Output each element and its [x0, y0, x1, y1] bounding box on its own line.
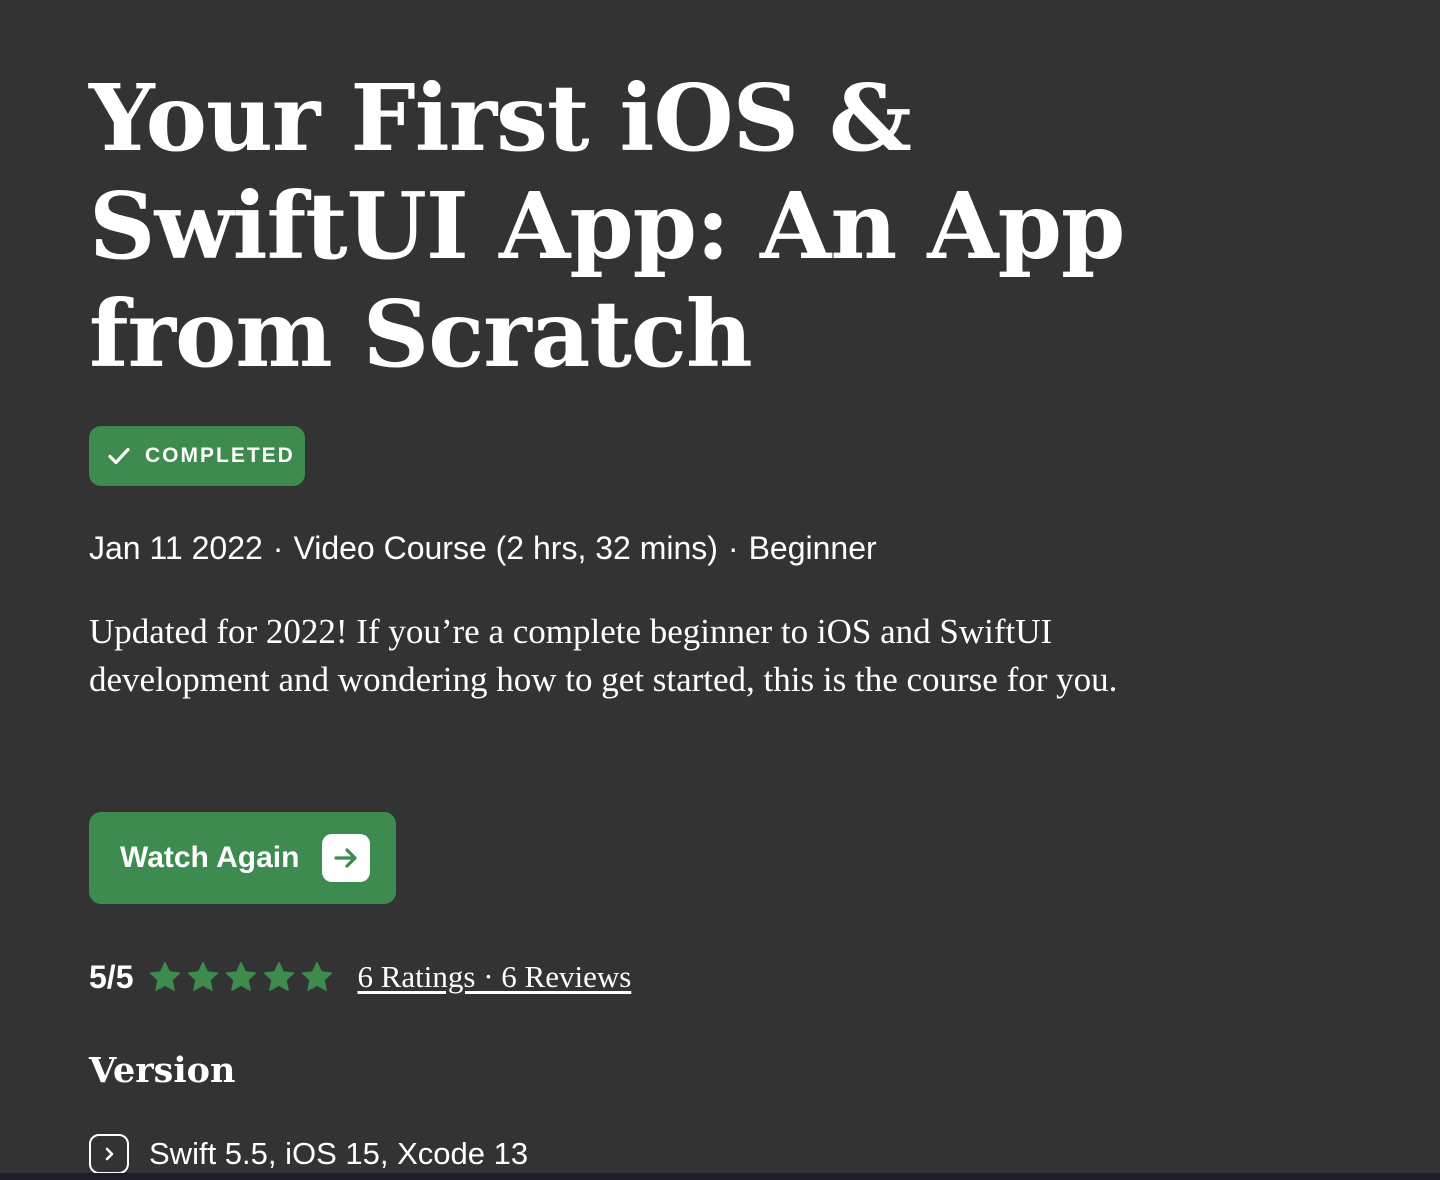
meta-separator: ·	[727, 530, 739, 566]
checkmark-icon	[107, 444, 131, 468]
meta-separator: ·	[272, 530, 284, 566]
version-label: Swift 5.5, iOS 15, Xcode 13	[149, 1136, 529, 1171]
rating-score: 5/5	[89, 958, 134, 995]
star-icon	[185, 959, 221, 995]
course-date: Jan 11 2022	[89, 530, 263, 566]
chevron-right-icon[interactable]	[89, 1134, 129, 1174]
course-level: Beginner	[748, 530, 877, 566]
course-meta: Jan 11 2022 · Video Course (2 hrs, 32 mins…	[89, 528, 877, 568]
star-icon	[261, 959, 297, 995]
rating-stars	[147, 959, 337, 995]
version-item[interactable]: Swift 5.5, iOS 15, Xcode 13	[89, 1132, 528, 1176]
watch-again-label: Watch Again	[120, 841, 300, 874]
course-type: Video Course (2 hrs, 32 mins)	[293, 530, 718, 566]
star-icon	[147, 959, 183, 995]
bottom-edge-bar	[0, 1173, 1440, 1180]
rating-row: 5/5 6 Ratings · 6 Reviews	[89, 955, 631, 999]
course-title: Your First iOS & SwiftUI App: An App fro…	[89, 64, 1125, 388]
status-badge: COMPLETED	[89, 426, 305, 486]
star-icon	[223, 959, 259, 995]
status-badge-label: COMPLETED	[145, 444, 295, 467]
star-icon	[299, 959, 335, 995]
version-heading: Version	[89, 1050, 236, 1091]
ratings-reviews-link[interactable]: 6 Ratings · 6 Reviews	[357, 959, 631, 995]
course-description: Updated for 2022! If you’re a complete b…	[89, 612, 1118, 699]
arrow-right-icon	[322, 834, 370, 882]
watch-again-button[interactable]: Watch Again	[89, 812, 396, 904]
